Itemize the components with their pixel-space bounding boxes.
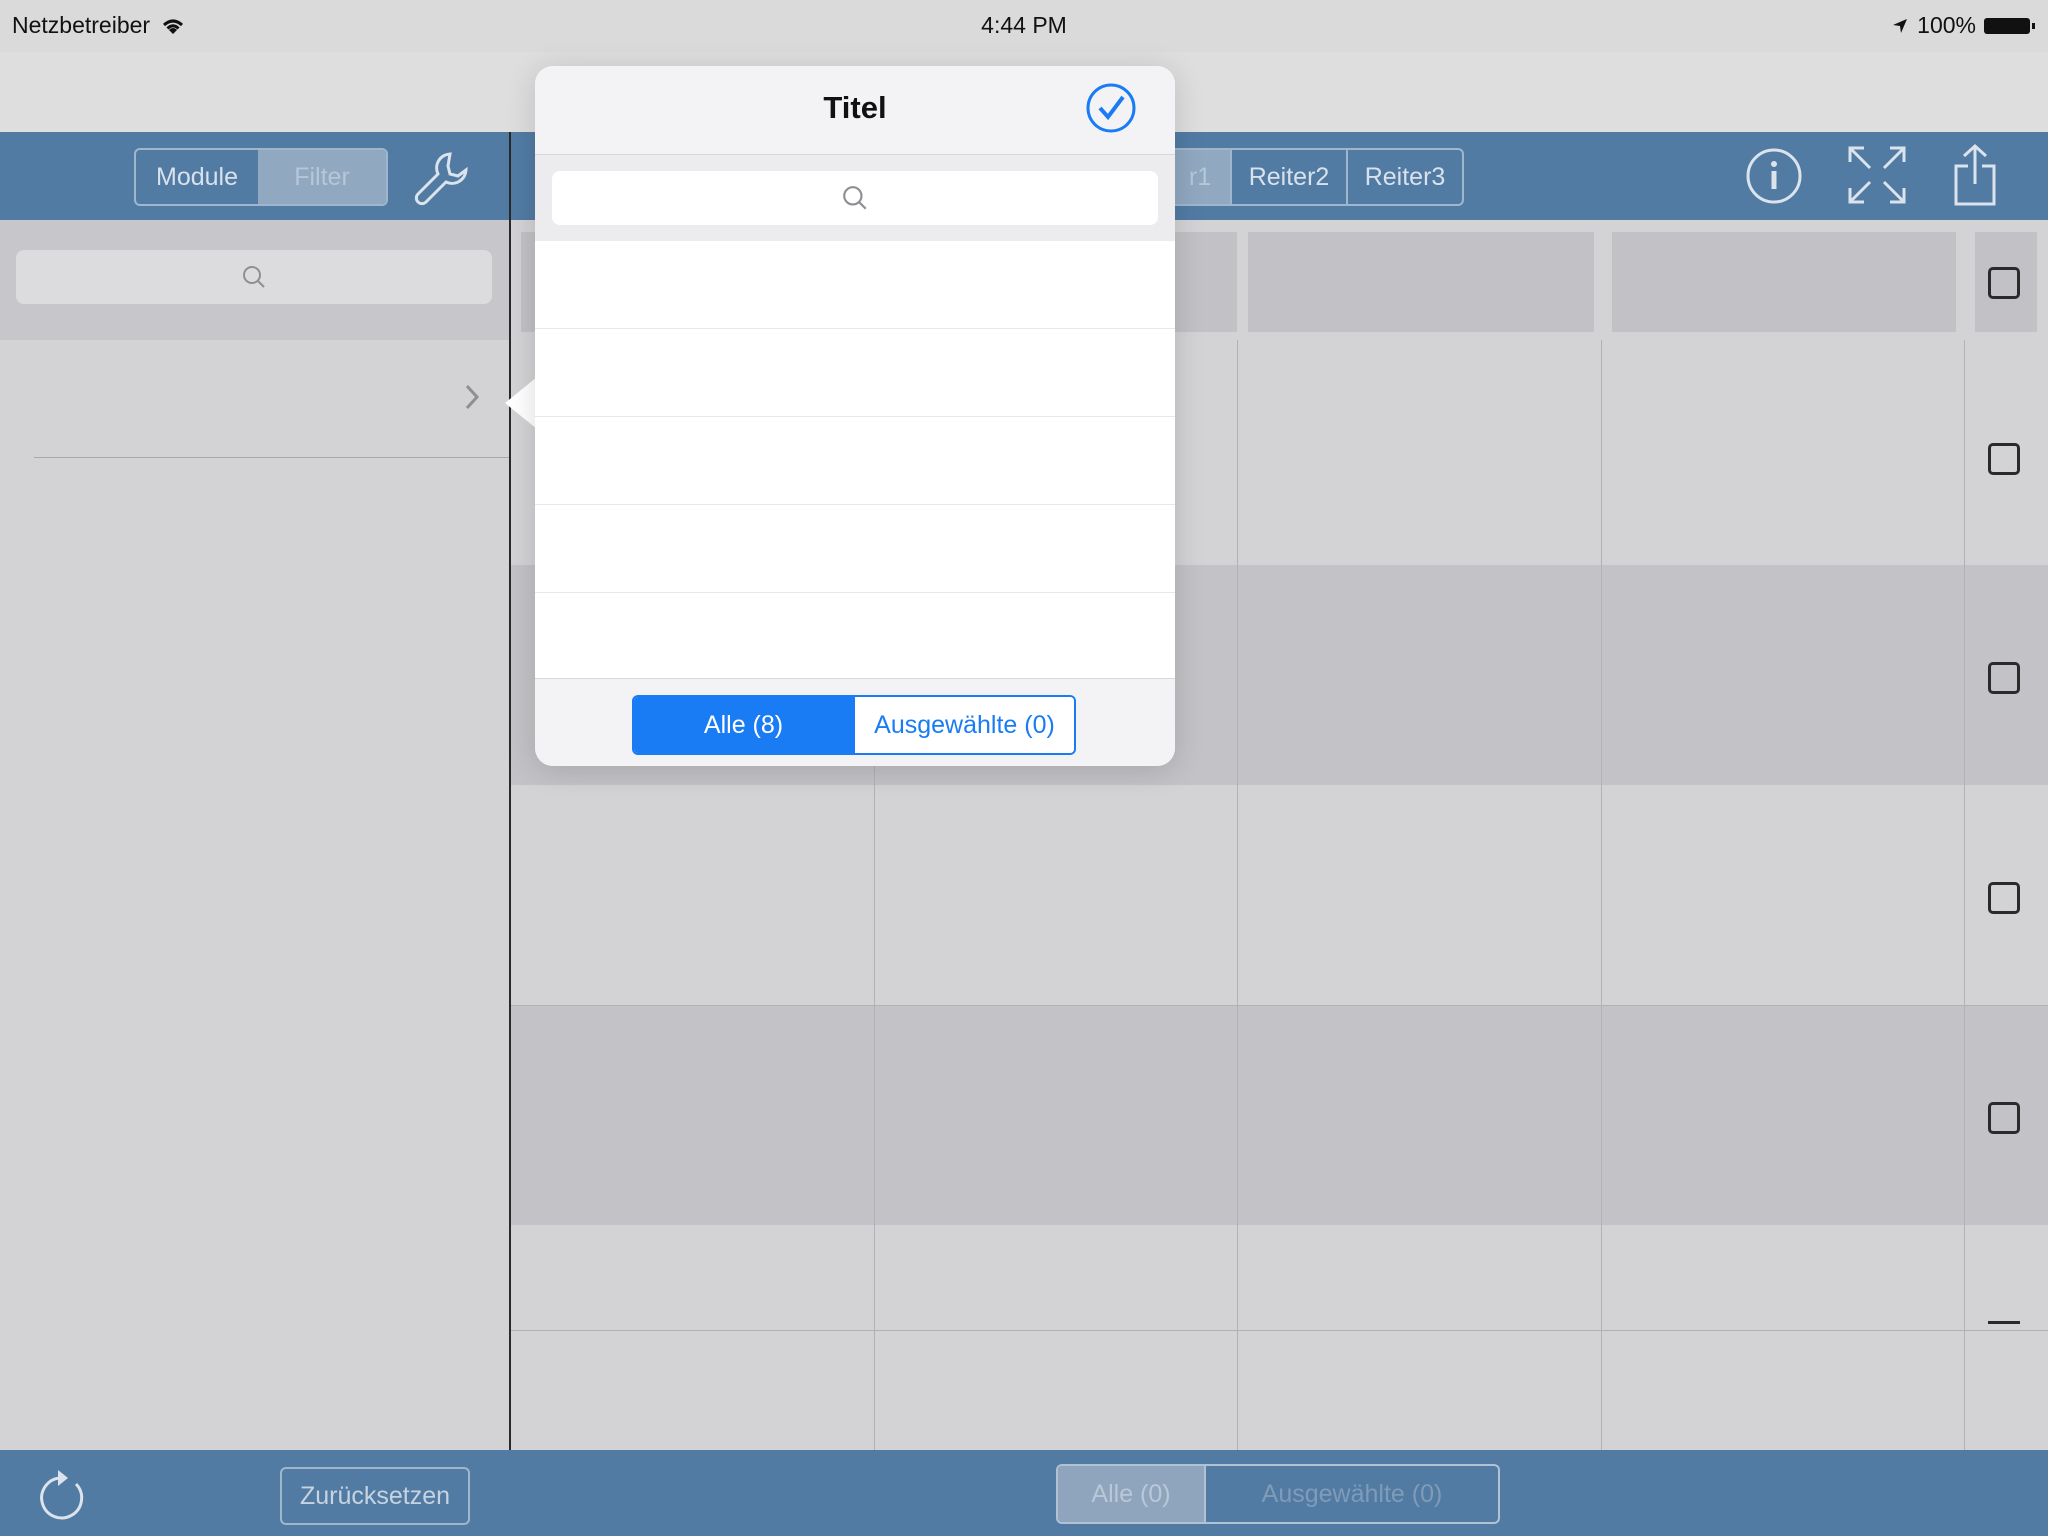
- popover-segment: Alle (8) Ausgewählte (0): [632, 695, 1076, 755]
- share-icon[interactable]: [1950, 142, 2000, 208]
- row-checkbox[interactable]: [1988, 1102, 2020, 1134]
- row-checkbox[interactable]: [1988, 662, 2020, 694]
- table-row[interactable]: [511, 1005, 2048, 1225]
- search-icon: [843, 186, 867, 210]
- grid-line: [511, 1005, 2048, 1006]
- list-item[interactable]: [535, 241, 1175, 329]
- reset-button[interactable]: Zurücksetzen: [280, 1467, 470, 1525]
- left-list-item[interactable]: [0, 340, 509, 458]
- popover-search-area: [535, 155, 1175, 241]
- list-item[interactable]: [535, 417, 1175, 505]
- popover-segment-selected[interactable]: Ausgewählte (0): [853, 697, 1074, 753]
- module-filter-segment: Module Filter: [134, 148, 388, 206]
- left-search-input[interactable]: [16, 250, 492, 304]
- popover-list: [535, 241, 1175, 743]
- tab-reiter1[interactable]: r1: [1170, 150, 1230, 204]
- row-checkbox[interactable]: [1988, 882, 2020, 914]
- grid-line: [511, 1330, 2048, 1331]
- popover-segment-all[interactable]: Alle (8): [634, 697, 853, 753]
- checkmark-circle-icon[interactable]: [1085, 82, 1137, 134]
- search-icon: [243, 266, 265, 288]
- popover-arrow: [505, 377, 537, 429]
- battery-percent: 100%: [1917, 12, 1976, 38]
- segment-module[interactable]: Module: [136, 150, 258, 204]
- location-arrow-icon: [1893, 18, 1908, 33]
- wrench-icon[interactable]: [410, 146, 474, 210]
- segment-filter[interactable]: Filter: [258, 150, 386, 204]
- bottom-segment-all[interactable]: Alle (0): [1058, 1466, 1204, 1522]
- refresh-icon[interactable]: [36, 1462, 92, 1526]
- grid-line: [1601, 340, 1602, 1450]
- header-checkbox[interactable]: [1988, 267, 2020, 299]
- status-right: 100%: [1891, 12, 2035, 39]
- filter-popover: Titel Alle (8) Ausgewählte (0): [535, 66, 1175, 766]
- list-item[interactable]: [535, 593, 1175, 680]
- grid-line: [1964, 340, 1965, 1450]
- separator: [34, 457, 509, 458]
- popover-search-input[interactable]: [552, 171, 1158, 225]
- row-checkbox[interactable]: [1988, 443, 2020, 475]
- list-item[interactable]: [535, 329, 1175, 417]
- tab-reiter2[interactable]: Reiter2: [1230, 150, 1346, 204]
- chevron-right-icon: [465, 384, 480, 410]
- popover-footer: Alle (8) Ausgewählte (0): [535, 678, 1175, 766]
- table-row[interactable]: [511, 785, 2048, 1005]
- tab-reiter3[interactable]: Reiter3: [1346, 150, 1462, 204]
- bottom-segment-selected[interactable]: Ausgewählte (0): [1204, 1466, 1498, 1522]
- popover-title: Titel: [823, 90, 887, 125]
- row-checkbox-partial[interactable]: [1988, 1321, 2020, 1324]
- left-search-area: [0, 220, 509, 340]
- list-item[interactable]: [535, 505, 1175, 593]
- header-cell[interactable]: [1612, 232, 1956, 332]
- fullscreen-icon[interactable]: [1846, 144, 1908, 206]
- bottom-toolbar: Zurücksetzen Alle (0) Ausgewählte (0): [0, 1450, 2048, 1536]
- info-icon[interactable]: [1744, 146, 1804, 206]
- battery-icon: [1984, 17, 2035, 34]
- table-row[interactable]: [511, 1225, 2048, 1450]
- clock: 4:44 PM: [981, 12, 1067, 38]
- tabs-segment: r1 Reiter2 Reiter3: [1170, 148, 1464, 206]
- grid-line: [1237, 340, 1238, 1450]
- bottom-segment: Alle (0) Ausgewählte (0): [1056, 1464, 1500, 1524]
- popover-header: Titel: [535, 66, 1175, 155]
- header-cell[interactable]: [1248, 232, 1594, 332]
- status-bar: Netzbetreiber 4:44 PM 100%: [0, 0, 2048, 52]
